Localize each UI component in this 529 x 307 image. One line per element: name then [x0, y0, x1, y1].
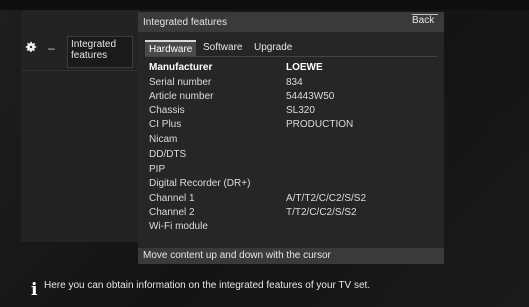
tab-software[interactable]: Software [199, 40, 246, 55]
sidebar-item-label: Integrated features [71, 39, 117, 61]
info-icon: i [31, 280, 38, 300]
row-label: Channel 1 [149, 193, 195, 204]
row-label: CI Plus [149, 119, 182, 130]
panel-title: Integrated features [143, 17, 227, 28]
row-label: DD/DTS [149, 149, 187, 160]
row-value: 834 [286, 77, 303, 88]
row-value: PRODUCTION [286, 119, 354, 130]
row-label: Channel 2 [149, 207, 195, 218]
tab-divider [145, 56, 437, 57]
row-label: Digital Recorder (DR+) [149, 178, 251, 189]
row-label: PIP [149, 164, 166, 175]
back-button[interactable]: Back [412, 15, 434, 26]
top-strip [0, 0, 529, 10]
info-text: Here you can obtain information on the i… [44, 280, 371, 291]
tab-upgrade[interactable]: Upgrade [250, 40, 296, 55]
row-label: Chassis [149, 105, 185, 116]
separator-dash: – [48, 41, 55, 55]
row-label: Nicam [149, 134, 178, 145]
row-label: Article number [149, 91, 214, 102]
row-value: T/T2/C/C2/S/S2 [286, 207, 357, 218]
gear-icon[interactable] [24, 40, 38, 54]
row-value: 54443W50 [286, 91, 335, 102]
row-value: SL320 [286, 105, 315, 116]
tab-hardware[interactable]: Hardware [145, 40, 197, 57]
hint-text: Move content up and down with the cursor [143, 250, 331, 261]
row-label: Wi-Fi module [149, 221, 208, 232]
row-label: Manufacturer [149, 62, 213, 73]
row-value: A/T/T2/C/C2/S/S2 [286, 193, 367, 204]
row-value: LOEWE [286, 62, 323, 73]
row-label: Serial number [149, 77, 212, 88]
sidebar-divider [21, 70, 139, 71]
